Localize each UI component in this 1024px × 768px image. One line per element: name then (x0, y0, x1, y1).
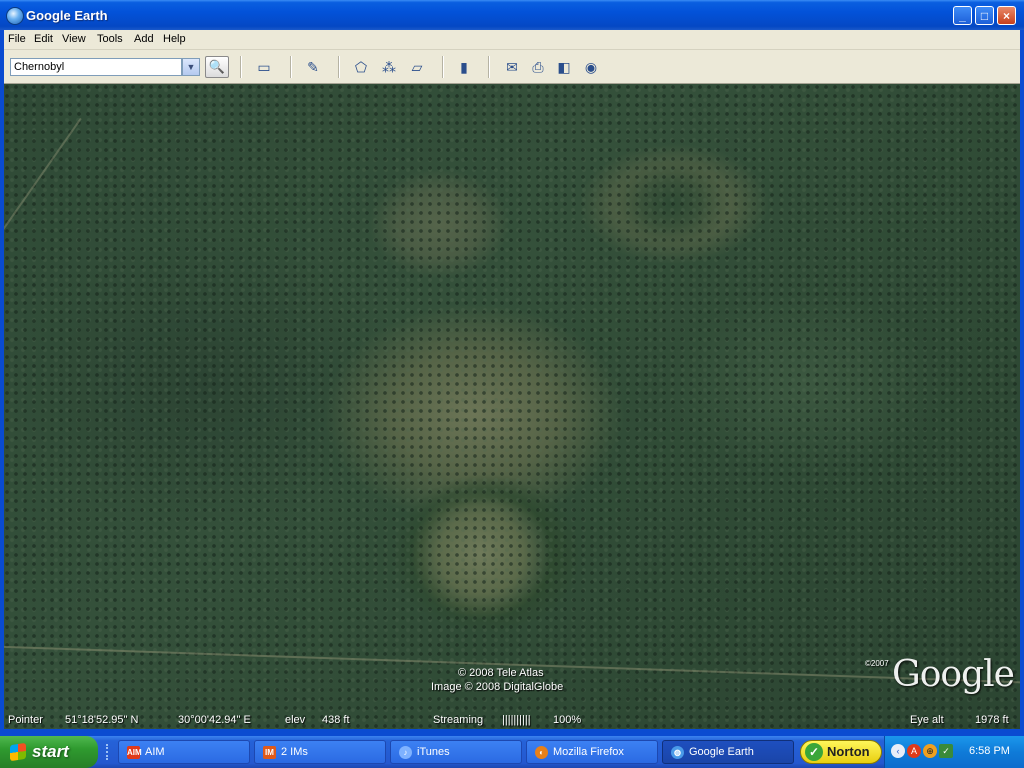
eye-alt-label: Eye alt (910, 714, 944, 726)
ruler-icon[interactable]: ▮ (455, 58, 473, 76)
sky-icon[interactable]: ◉ (582, 58, 600, 76)
forest-texture (4, 84, 1020, 729)
minimize-button[interactable]: _ (953, 6, 972, 25)
streaming-percent: 100% (553, 714, 582, 726)
toolbar-separator (488, 56, 490, 78)
search-input[interactable] (10, 58, 182, 76)
toolbar: ▼ 🔍 ▭ ✎ ⬠ ⁂ ▱ ▮ ✉ ⎙ ◧ ◉ (0, 50, 1024, 84)
toolbar-separator (442, 56, 444, 78)
task-firefox[interactable]: ◐ Mozilla Firefox (526, 740, 658, 764)
google-maps-icon[interactable]: ◧ (555, 58, 573, 76)
menu-bar: File Edit View Tools Add Help (0, 30, 1024, 50)
copyright-digitalglobe: Image © 2008 DigitalGlobe (431, 681, 564, 693)
task-label: iTunes (417, 746, 450, 758)
title-bar: Google Earth _ □ × (0, 0, 1024, 30)
task-label: Mozilla Firefox (553, 746, 624, 758)
path-add-icon[interactable]: ⁂ (380, 58, 398, 76)
menu-edit[interactable]: Edit (34, 33, 53, 45)
email-icon[interactable]: ✉ (503, 58, 521, 76)
map-viewport[interactable]: © 2008 Tele Atlas Image © 2008 DigitalGl… (4, 84, 1020, 729)
polygon-add-icon[interactable]: ⬠ (352, 58, 370, 76)
task-label: AIM (145, 746, 165, 758)
maximize-button[interactable]: □ (975, 6, 994, 25)
elev-label: elev (285, 714, 306, 726)
toolbar-separator (290, 56, 292, 78)
chevron-down-icon[interactable]: ▼ (182, 58, 200, 76)
status-bar: Pointer 51°18'52.95" N 30°00'42.94" E el… (4, 712, 1020, 729)
task-ims[interactable]: IM 2 IMs (254, 740, 386, 764)
task-google-earth[interactable]: ◍ Google Earth (662, 740, 794, 764)
windows-logo-icon (10, 742, 26, 762)
task-label: Google Earth (689, 746, 754, 758)
longitude-value: 30°00'42.94" E (178, 714, 251, 726)
placemark-add-icon[interactable]: ✎ (304, 58, 322, 76)
latitude-value: 51°18'52.95" N (65, 714, 139, 726)
taskbar-grip (106, 744, 114, 760)
menu-file[interactable]: File (8, 33, 26, 45)
taskbar: start AIM AIM IM 2 IMs ♪ iTunes ◐ Mozill… (0, 736, 1024, 768)
sidebar-toggle-icon[interactable]: ▭ (255, 58, 273, 76)
menu-add[interactable]: Add (134, 33, 154, 45)
chevron-left-icon[interactable]: ‹ (891, 744, 905, 758)
toolbar-separator (338, 56, 340, 78)
google-earth-icon: ◍ (671, 746, 684, 759)
menu-tools[interactable]: Tools (97, 33, 123, 45)
aim-tray-icon[interactable]: A (907, 744, 921, 758)
google-logo: Google (892, 654, 1015, 695)
task-itunes[interactable]: ♪ iTunes (390, 740, 522, 764)
magnifier-icon: 🔍 (208, 59, 226, 74)
start-label: start (32, 742, 69, 761)
menu-view[interactable]: View (62, 33, 86, 45)
globe-tray-icon[interactable]: ⊕ (923, 744, 937, 758)
system-tray: ‹ A ⊕ ✓ 6:58 PM (884, 736, 1024, 768)
google-earth-icon (6, 7, 24, 25)
norton-label: Norton (827, 744, 870, 759)
window-border-right (1020, 30, 1024, 736)
task-label: 2 IMs (281, 746, 308, 758)
copyright-tele-atlas: © 2008 Tele Atlas (458, 667, 544, 679)
window-title: Google Earth (26, 8, 108, 23)
image-overlay-icon[interactable]: ▱ (408, 58, 426, 76)
task-aim[interactable]: AIM AIM (118, 740, 250, 764)
eye-alt-value: 1978 ft (975, 714, 1009, 726)
elev-value: 438 ft (322, 714, 350, 726)
start-button[interactable]: start (0, 736, 98, 768)
clock: 6:58 PM (969, 745, 1010, 757)
copyright-year: ©2007 (865, 659, 889, 668)
streaming-progress: |||||||||| (502, 714, 531, 726)
norton-button[interactable]: ✓ Norton (800, 740, 882, 764)
window-border-bottom (0, 729, 1024, 736)
streaming-label: Streaming (433, 714, 484, 726)
firefox-icon: ◐ (535, 746, 548, 759)
close-button[interactable]: × (997, 6, 1016, 25)
menu-help[interactable]: Help (163, 33, 186, 45)
aim-icon: AIM (127, 746, 142, 759)
pointer-label: Pointer (8, 714, 43, 726)
toolbar-separator (240, 56, 242, 78)
im-icon: IM (263, 746, 276, 759)
checkmark-icon: ✓ (805, 743, 823, 761)
search-button[interactable]: 🔍 (205, 56, 229, 78)
network-tray-icon[interactable]: ✓ (939, 744, 953, 758)
itunes-icon: ♪ (399, 746, 412, 759)
print-icon[interactable]: ⎙ (529, 58, 547, 76)
